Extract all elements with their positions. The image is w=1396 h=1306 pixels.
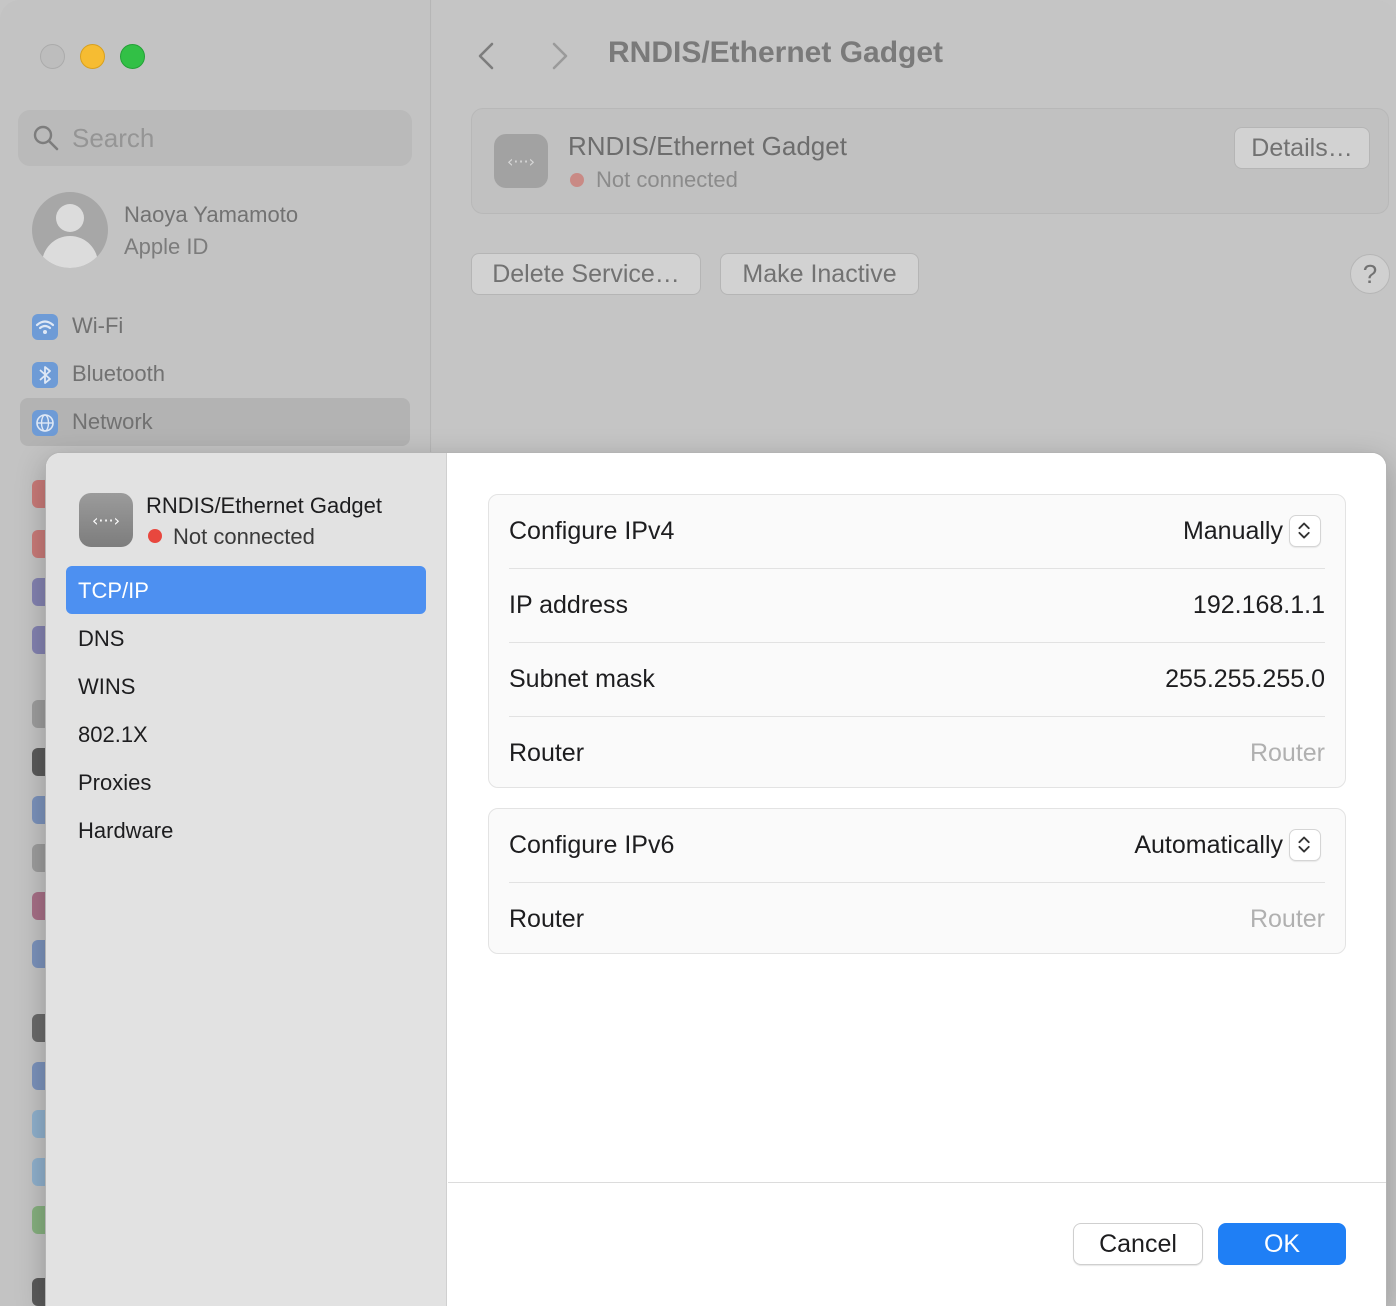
footer-divider	[448, 1182, 1386, 1183]
sheet-sidebar: ‹···› RNDIS/Ethernet Gadget Not connecte…	[46, 453, 447, 1306]
focus-icon	[32, 578, 46, 606]
tab-dns[interactable]: DNS	[66, 614, 426, 662]
tab-label: TCP/IP	[78, 578, 149, 603]
apple-id-label[interactable]: Apple ID	[124, 234, 208, 260]
siri-icon	[32, 892, 46, 920]
configure-ipv4-label: Configure IPv4	[509, 517, 675, 545]
zoom-window-button[interactable]	[120, 44, 145, 69]
configure-ipv4-row: Configure IPv4 Manually	[509, 495, 1325, 569]
bluetooth-icon	[32, 362, 58, 388]
sheet-service-name: RNDIS/Ethernet Gadget	[146, 493, 383, 518]
accessibility-icon	[32, 796, 46, 824]
details-button[interactable]: Details…	[1234, 127, 1370, 169]
tab-wins[interactable]: WINS	[66, 662, 426, 710]
sidebar-item-bluetooth[interactable]: Bluetooth	[20, 350, 410, 398]
ipv4-router-label: Router	[509, 739, 585, 767]
desktop-dock-icon	[32, 1014, 46, 1042]
sidebar-item-network[interactable]: Network	[20, 398, 410, 446]
ipv6-router-label: Router	[509, 905, 585, 933]
ip-address-row: IP address 192.168.1.1	[509, 569, 1325, 643]
ipv6-router-row: Router Router	[509, 883, 1325, 957]
updown-chevron-icon[interactable]	[1289, 829, 1321, 861]
tab-8021x[interactable]: 802.1X	[66, 710, 426, 758]
battery-icon	[32, 1206, 46, 1234]
ethernet-service-icon: ‹···›	[494, 134, 548, 188]
sound-icon	[32, 530, 46, 558]
wifi-icon	[32, 314, 58, 340]
user-avatar[interactable]	[32, 192, 108, 268]
service-status: Not connected	[596, 167, 738, 192]
make-inactive-button[interactable]: Make Inactive	[720, 253, 919, 295]
general-icon	[32, 700, 46, 728]
tab-label: WINS	[78, 674, 136, 699]
tab-hardware[interactable]: Hardware	[66, 806, 426, 854]
ip-address-field[interactable]: 192.168.1.1	[1193, 591, 1325, 620]
tab-label: Hardware	[78, 818, 174, 843]
svg-text:‹···›: ‹···›	[507, 152, 535, 171]
tab-proxies[interactable]: Proxies	[66, 758, 426, 806]
user-name[interactable]: Naoya Yamamoto	[124, 202, 298, 228]
lock-screen-icon	[32, 1278, 46, 1306]
subnet-mask-label: Subnet mask	[509, 665, 655, 693]
ip-address-label: IP address	[509, 591, 629, 619]
subnet-mask-field[interactable]: 255.255.255.0	[1165, 665, 1325, 694]
tab-label: Proxies	[78, 770, 152, 795]
search-field[interactable]: Search	[18, 110, 412, 166]
sidebar-item-label: Bluetooth	[72, 361, 165, 386]
sidebar-item-wifi[interactable]: Wi-Fi	[20, 302, 410, 350]
displays-icon	[32, 1062, 46, 1090]
forward-arrow-icon[interactable]	[544, 38, 574, 74]
tab-label: 802.1X	[78, 722, 148, 747]
screen-time-icon	[32, 626, 46, 654]
updown-chevron-icon[interactable]	[1289, 515, 1321, 547]
svg-text:‹···›: ‹···›	[92, 511, 120, 530]
delete-service-button[interactable]: Delete Service…	[471, 253, 701, 295]
close-window-button[interactable]	[40, 44, 65, 69]
ipv6-group: Configure IPv6 Automatically Router Rout…	[488, 808, 1346, 954]
search-placeholder: Search	[72, 123, 155, 153]
ipv6-router-field[interactable]: Router	[1250, 905, 1325, 934]
wallpaper-icon	[32, 1110, 46, 1138]
tcpip-pane: Configure IPv4 Manually IP address 192.1…	[448, 453, 1386, 1306]
search-icon	[33, 125, 59, 151]
configure-ipv6-row: Configure IPv6 Automatically	[509, 809, 1325, 883]
tab-tcpip[interactable]: TCP/IP	[66, 566, 426, 614]
sheet-service-status: Not connected	[173, 524, 315, 549]
status-dot-icon	[148, 529, 162, 543]
cancel-button[interactable]: Cancel	[1073, 1223, 1203, 1265]
service-card: ‹···› RNDIS/Ethernet Gadget Not connecte…	[471, 108, 1389, 214]
ipv4-router-field[interactable]: Router	[1250, 739, 1325, 768]
ipv4-group: Configure IPv4 Manually IP address 192.1…	[488, 494, 1346, 788]
ok-button[interactable]: OK	[1218, 1223, 1346, 1265]
minimize-window-button[interactable]	[80, 44, 105, 69]
configure-ipv6-popup[interactable]: Automatically	[1134, 831, 1283, 860]
back-arrow-icon[interactable]	[472, 38, 502, 74]
control-center-icon	[32, 844, 46, 872]
sidebar-item-label: Wi-Fi	[72, 313, 124, 338]
appearance-icon	[32, 748, 46, 776]
tcpip-details-sheet: ‹···› RNDIS/Ethernet Gadget Not connecte…	[46, 453, 1386, 1306]
status-dot-icon	[570, 173, 584, 187]
ethernet-service-icon: ‹···›	[79, 493, 133, 547]
ipv4-router-row: Router Router	[509, 717, 1325, 791]
sidebar-item-label: Network	[72, 409, 153, 434]
notifications-icon	[32, 480, 46, 508]
configure-ipv4-popup[interactable]: Manually	[1183, 517, 1283, 546]
privacy-icon	[32, 940, 46, 968]
service-name: RNDIS/Ethernet Gadget	[568, 131, 847, 161]
screen-saver-icon	[32, 1158, 46, 1186]
subnet-mask-row: Subnet mask 255.255.255.0	[509, 643, 1325, 717]
help-button[interactable]: ?	[1350, 254, 1390, 294]
tab-label: DNS	[78, 626, 125, 651]
configure-ipv6-label: Configure IPv6	[509, 831, 675, 859]
page-title: RNDIS/Ethernet Gadget	[608, 36, 944, 69]
globe-icon	[32, 410, 58, 436]
